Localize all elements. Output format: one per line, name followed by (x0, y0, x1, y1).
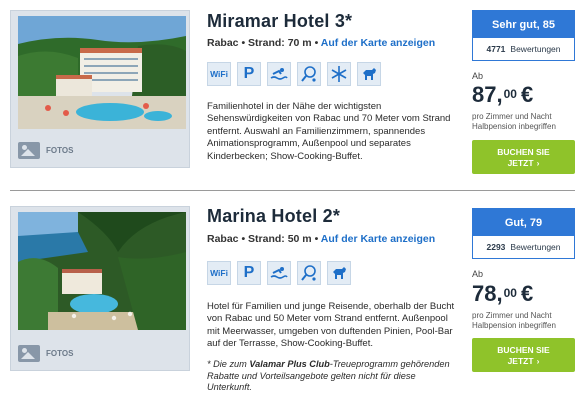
hotel-description: Familienhotel in der Nähe der wichtigste… (207, 101, 451, 162)
parking-icon: P (237, 62, 261, 86)
book-now-button[interactable]: BUCHEN SIE JETZT › (472, 140, 575, 174)
location-name: Rabac (207, 233, 239, 245)
wifi-icon: WiFi (207, 261, 231, 285)
beach-distance: Strand: 50 m (248, 233, 312, 245)
fotos-label: FOTOS (46, 349, 74, 358)
loyalty-note: * Die zum Valamar Plus Club-Treueprogram… (207, 359, 450, 392)
snowflake-icon (327, 62, 351, 86)
book-line1: BUCHEN SIE (497, 147, 550, 157)
amenities: WiFi P (207, 62, 381, 86)
amenities: WiFi P (207, 261, 351, 285)
price-cents: 00 (503, 286, 517, 300)
chevron-right-icon: › (536, 356, 540, 366)
pets-icon (357, 62, 381, 86)
hotel-description: Hotel für Familien und junge Reisende, o… (207, 301, 455, 350)
loyalty-brand: Valamar Plus Club (249, 359, 330, 369)
chevron-right-icon: › (536, 158, 540, 168)
currency: € (520, 281, 534, 306)
tennis-icon (297, 62, 321, 86)
price-main: 87, (472, 82, 503, 107)
price: 78,00 € (472, 281, 533, 307)
hotel-card-marina: FOTOS Marina Hotel 2* Rabac • Strand: 50… (0, 196, 581, 410)
rating-score: Sehr gut, 85 (473, 11, 574, 38)
price: 87,00 € (472, 82, 533, 108)
fotos-button[interactable]: FOTOS (18, 345, 73, 362)
price-note: pro Zimmer und Nacht Halbpension inbegri… (472, 112, 556, 131)
reviews-label: Bewertungen (510, 44, 561, 54)
reviews-count: 2293 (486, 242, 506, 252)
fotos-button[interactable]: FOTOS (18, 142, 73, 159)
book-line1: BUCHEN SIE (497, 345, 550, 355)
rating-badge[interactable]: Gut, 79 2293 Bewertungen (472, 208, 575, 259)
price-note: pro Zimmer und Nacht Halbpension inbegri… (472, 311, 556, 330)
map-link[interactable]: Auf der Karte anzeigen (321, 37, 435, 49)
pool-icon (267, 261, 291, 285)
pets-icon (327, 261, 351, 285)
price-main: 78, (472, 281, 503, 306)
currency: € (520, 82, 534, 107)
image-icon (18, 142, 40, 159)
book-line2: JETZT › (507, 356, 540, 366)
price-prefix: Ab (472, 269, 484, 279)
card-divider (10, 190, 575, 191)
hotel-card-miramar: FOTOS Miramar Hotel 3* Rabac • Strand: 7… (0, 0, 581, 190)
image-icon (18, 345, 40, 362)
reviews: 2293 Bewertungen (473, 236, 574, 258)
price-prefix: Ab (472, 71, 484, 81)
rating-score: Gut, 79 (473, 209, 574, 236)
fotos-label: FOTOS (46, 146, 74, 155)
reviews: 4771 Bewertungen (473, 38, 574, 60)
hotel-title[interactable]: Miramar Hotel 3* (207, 11, 352, 32)
location-name: Rabac (207, 37, 239, 49)
photo-frame: FOTOS (10, 206, 190, 371)
tennis-icon (297, 261, 321, 285)
photo-frame: FOTOS (10, 10, 190, 168)
location-line: Rabac • Strand: 70 m • Auf der Karte anz… (207, 37, 435, 49)
hotel-photo[interactable] (18, 212, 186, 330)
rating-badge[interactable]: Sehr gut, 85 4771 Bewertungen (472, 10, 575, 61)
pool-icon (267, 62, 291, 86)
wifi-icon: WiFi (207, 62, 231, 86)
location-line: Rabac • Strand: 50 m • Auf der Karte anz… (207, 233, 435, 245)
book-line2: JETZT › (507, 158, 540, 168)
price-cents: 00 (503, 87, 517, 101)
reviews-count: 4771 (486, 44, 506, 54)
parking-icon: P (237, 261, 261, 285)
book-now-button[interactable]: BUCHEN SIE JETZT › (472, 338, 575, 372)
hotel-title[interactable]: Marina Hotel 2* (207, 206, 340, 227)
reviews-label: Bewertungen (510, 242, 561, 252)
beach-distance: Strand: 70 m (248, 37, 312, 49)
map-link[interactable]: Auf der Karte anzeigen (321, 233, 435, 245)
hotel-photo[interactable] (18, 16, 186, 129)
